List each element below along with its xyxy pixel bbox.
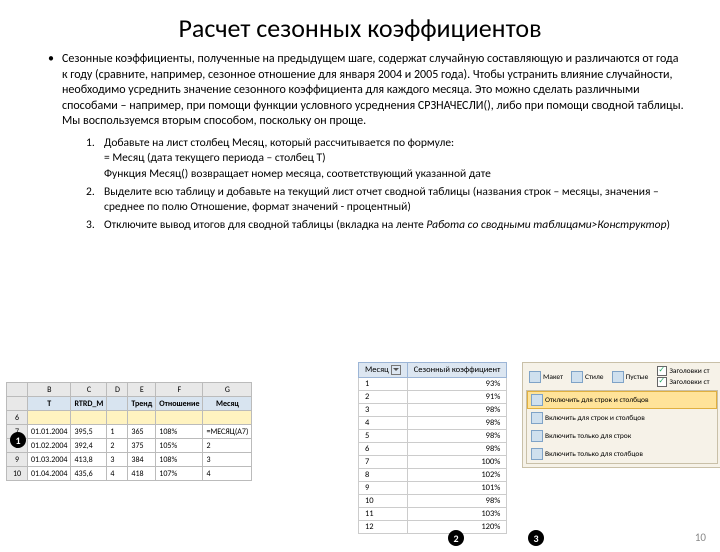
main-bullet: • Сезонные коэффициенты, полученные на п… (48, 52, 686, 130)
bullet-mark: • (48, 52, 62, 130)
steps-list: 1.Добавьте на лист столбец Месяц, которы… (86, 136, 686, 233)
callout-badge-2: 2 (448, 530, 464, 546)
excel-screenshot-1: BCDEFGTRTRD_MТрендОтношениеМесяц6701.01.… (6, 382, 346, 481)
pivot-screenshot: МесяцСезонный коэффициент193%291%398%498… (358, 362, 518, 534)
page-number: 10 (695, 531, 706, 544)
bullet-text: Сезонные коэффициенты, полученные на пре… (62, 52, 686, 130)
ribbon-screenshot: МакетСтилеПустыеЗаголовки стЗаголовки ст… (522, 362, 720, 468)
slide-title: Расчет сезонных коэффициентов (0, 12, 720, 44)
callout-badge-1: 1 (10, 432, 26, 448)
callout-badge-3: 3 (528, 530, 544, 546)
